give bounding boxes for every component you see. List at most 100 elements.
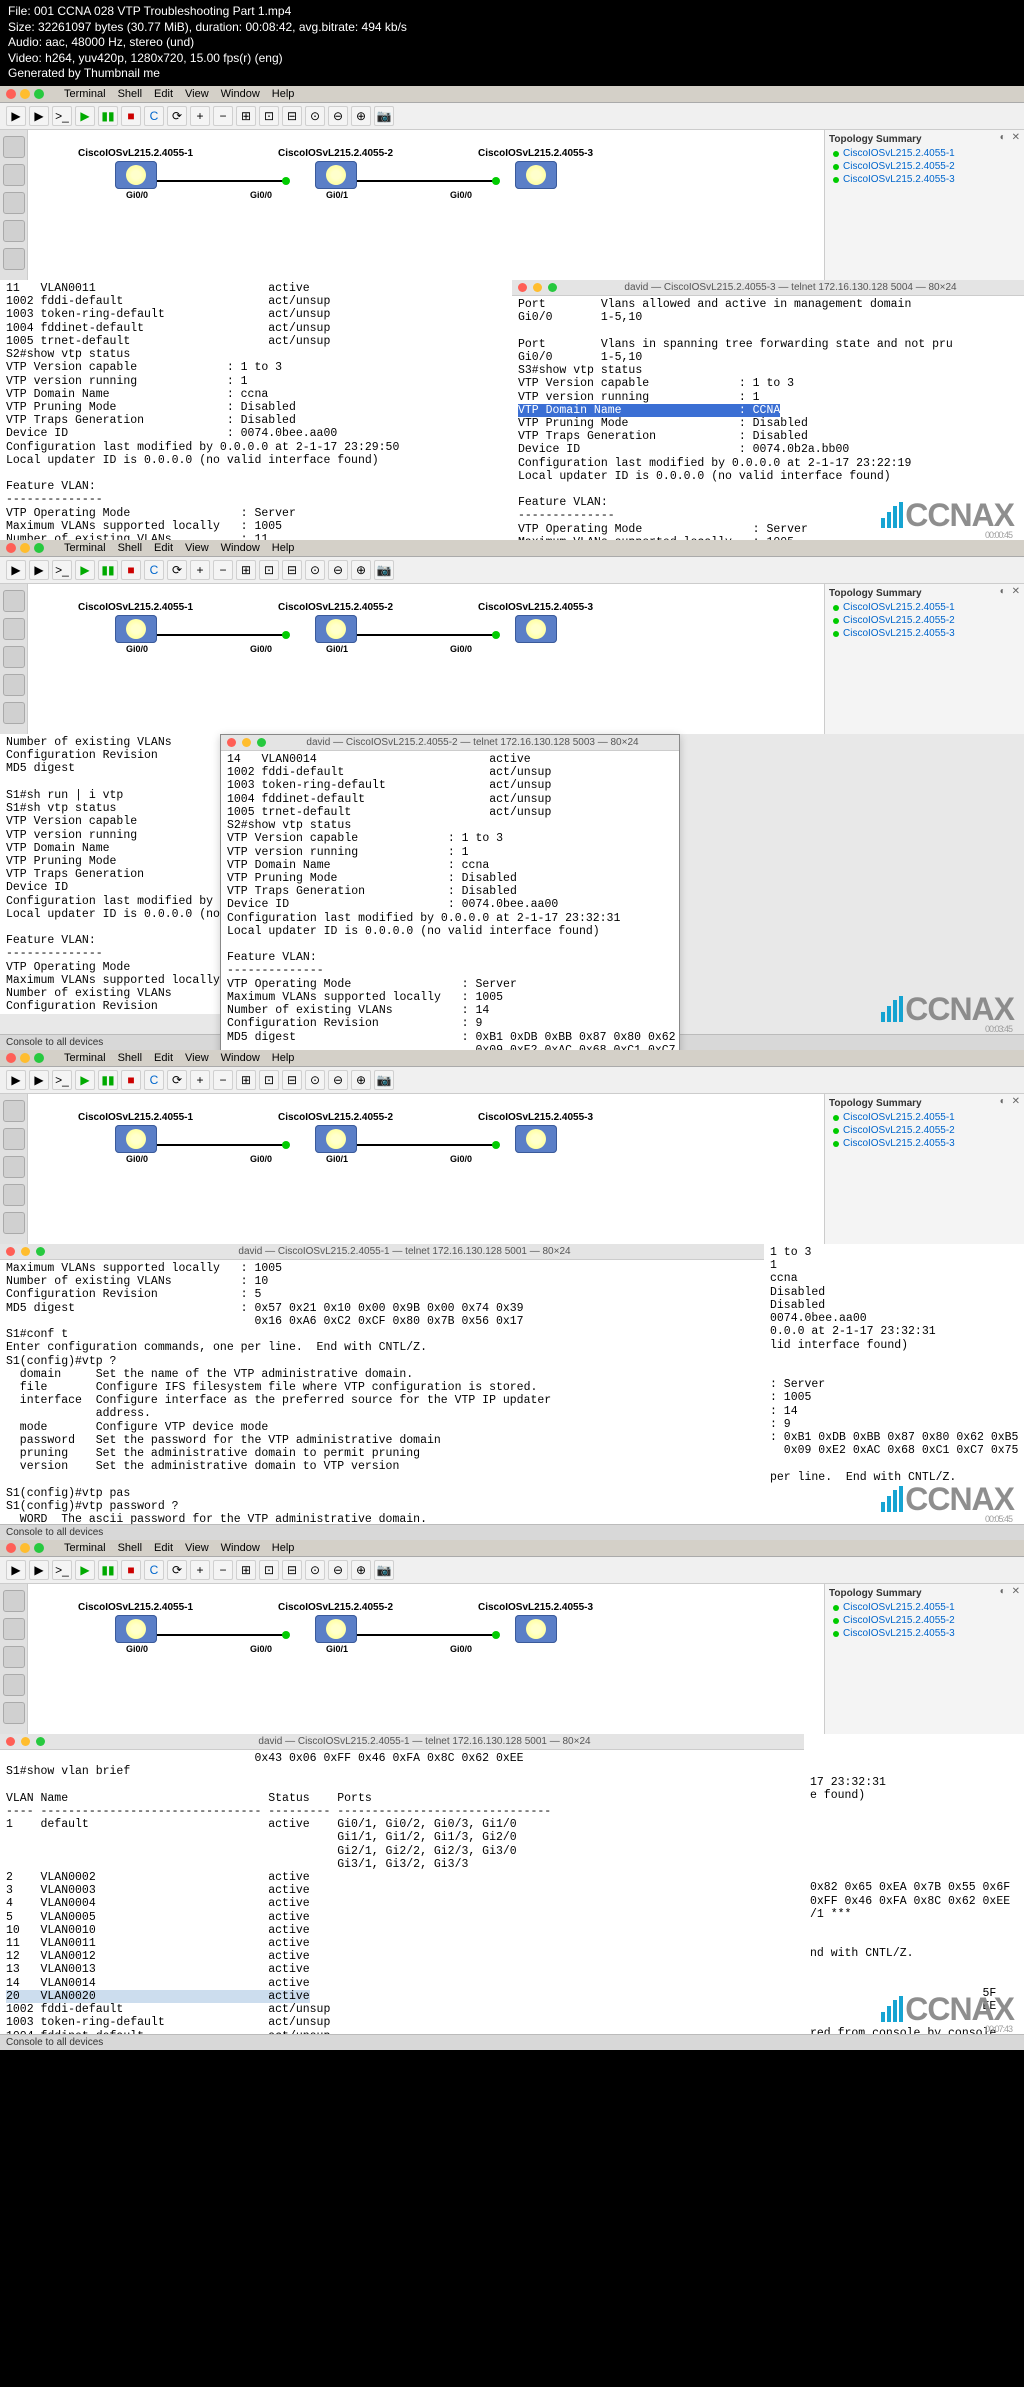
toolbar-btn-6[interactable]: C xyxy=(144,560,164,580)
terminal-s2-body[interactable]: 14 VLAN0014 active 1002 fddi-default act… xyxy=(221,751,679,1072)
menu-shell[interactable]: Shell xyxy=(118,88,142,100)
left-tool-4[interactable] xyxy=(3,248,25,270)
toolbar-btn-0[interactable]: ▶ xyxy=(6,1070,26,1090)
toolbar-btn-5[interactable]: ■ xyxy=(121,1070,141,1090)
toolbar-btn-3[interactable]: ▶ xyxy=(75,1070,95,1090)
toolbar-btn-11[interactable]: ⊡ xyxy=(259,560,279,580)
left-tool-4[interactable] xyxy=(3,1212,25,1234)
topo-item-0[interactable]: CiscoIOSvL215.2.4055-1 xyxy=(829,147,1020,160)
toolbar-btn-4[interactable]: ▮▮ xyxy=(98,560,118,580)
toolbar-btn-15[interactable]: ⊕ xyxy=(351,560,371,580)
toolbar-btn-7[interactable]: ⟳ xyxy=(167,106,187,126)
menu-edit[interactable]: Edit xyxy=(154,1542,173,1554)
device-node-2[interactable]: CiscoIOSvL215.2.4055-2 Gi0/0Gi0/1 xyxy=(278,1112,393,1153)
panel-close-icon[interactable]: ✕ xyxy=(1012,132,1020,143)
topo-item-0[interactable]: CiscoIOSvL215.2.4055-1 xyxy=(829,1111,1020,1124)
left-tool-2[interactable] xyxy=(3,1646,25,1668)
left-tool-0[interactable] xyxy=(3,590,25,612)
toolbar-btn-14[interactable]: ⊖ xyxy=(328,1560,348,1580)
toolbar-btn-13[interactable]: ⊙ xyxy=(305,560,325,580)
device-node-2[interactable]: CiscoIOSvL215.2.4055-2 Gi0/0Gi0/1 xyxy=(278,602,393,643)
toolbar-btn-9[interactable]: − xyxy=(213,106,233,126)
toolbar-btn-16[interactable]: 📷 xyxy=(374,560,394,580)
left-tool-2[interactable] xyxy=(3,192,25,214)
device-node-1[interactable]: CiscoIOSvL215.2.4055-1 Gi0/0 xyxy=(78,1112,193,1153)
menu-shell[interactable]: Shell xyxy=(118,1542,142,1554)
menu-help[interactable]: Help xyxy=(272,542,295,554)
topo-item-1[interactable]: CiscoIOSvL215.2.4055-2 xyxy=(829,160,1020,173)
toolbar-btn-3[interactable]: ▶ xyxy=(75,106,95,126)
terminal-s2[interactable]: 11 VLAN0011 active 1002 fddi-default act… xyxy=(0,280,512,540)
toolbar-btn-1[interactable]: ▶ xyxy=(29,106,49,126)
toolbar-btn-8[interactable]: + xyxy=(190,1560,210,1580)
toolbar-btn-10[interactable]: ⊞ xyxy=(236,1070,256,1090)
toolbar-btn-16[interactable]: 📷 xyxy=(374,1560,394,1580)
terminal-vlan-brief[interactable]: 0x43 0x06 0xFF 0x46 0xFA 0x8C 0x62 0xEE … xyxy=(0,1750,804,2034)
toolbar-btn-13[interactable]: ⊙ xyxy=(305,106,325,126)
menu-help[interactable]: Help xyxy=(272,88,295,100)
toolbar-btn-12[interactable]: ⊟ xyxy=(282,1070,302,1090)
toolbar-btn-6[interactable]: C xyxy=(144,1070,164,1090)
toolbar-btn-8[interactable]: + xyxy=(190,1070,210,1090)
topo-item-0[interactable]: CiscoIOSvL215.2.4055-1 xyxy=(829,601,1020,614)
left-tool-1[interactable] xyxy=(3,164,25,186)
device-node-2[interactable]: CiscoIOSvL215.2.4055-2 Gi0/0Gi0/1 xyxy=(278,148,393,189)
device-node-3[interactable]: CiscoIOSvL215.2.4055-3 Gi0/0 xyxy=(478,1112,593,1153)
topo-item-2[interactable]: CiscoIOSvL215.2.4055-3 xyxy=(829,627,1020,640)
left-tool-1[interactable] xyxy=(3,1128,25,1150)
toolbar-btn-5[interactable]: ■ xyxy=(121,106,141,126)
menu-edit[interactable]: Edit xyxy=(154,542,173,554)
topo-item-2[interactable]: CiscoIOSvL215.2.4055-3 xyxy=(829,173,1020,186)
panel-min-icon[interactable]: ◐ xyxy=(1000,132,1006,143)
menu-view[interactable]: View xyxy=(185,1052,209,1064)
device-node-2[interactable]: CiscoIOSvL215.2.4055-2 Gi0/0Gi0/1 xyxy=(278,1602,393,1643)
terminal-s2-window[interactable]: david — CiscoIOSvL215.2.4055-2 — telnet … xyxy=(220,734,680,1073)
device-node-1[interactable]: CiscoIOSvL215.2.4055-1 Gi0/0 xyxy=(78,602,193,643)
left-tool-3[interactable] xyxy=(3,674,25,696)
toolbar-btn-5[interactable]: ■ xyxy=(121,1560,141,1580)
menu-view[interactable]: View xyxy=(185,542,209,554)
topo-item-1[interactable]: CiscoIOSvL215.2.4055-2 xyxy=(829,1124,1020,1137)
menu-terminal[interactable]: Terminal xyxy=(64,542,106,554)
toolbar-btn-16[interactable]: 📷 xyxy=(374,1070,394,1090)
toolbar-btn-9[interactable]: − xyxy=(213,560,233,580)
left-tool-3[interactable] xyxy=(3,220,25,242)
menu-terminal[interactable]: Terminal xyxy=(64,1052,106,1064)
left-tool-0[interactable] xyxy=(3,1590,25,1612)
topology-canvas[interactable]: CiscoIOSvL215.2.4055-1 Gi0/0 CiscoIOSvL2… xyxy=(28,584,824,734)
left-tool-3[interactable] xyxy=(3,1674,25,1696)
terminal-right-fragment[interactable]: 17 23:32:31 e found) 0x82 0x65 0xEA 0x7B… xyxy=(804,1734,1024,2034)
toolbar-btn-7[interactable]: ⟳ xyxy=(167,1560,187,1580)
toolbar-btn-4[interactable]: ▮▮ xyxy=(98,106,118,126)
toolbar-btn-12[interactable]: ⊟ xyxy=(282,1560,302,1580)
toolbar-btn-15[interactable]: ⊕ xyxy=(351,106,371,126)
toolbar-btn-13[interactable]: ⊙ xyxy=(305,1070,325,1090)
left-tool-4[interactable] xyxy=(3,1702,25,1724)
toolbar-btn-11[interactable]: ⊡ xyxy=(259,106,279,126)
left-tool-3[interactable] xyxy=(3,1184,25,1206)
topo-item-1[interactable]: CiscoIOSvL215.2.4055-2 xyxy=(829,614,1020,627)
topo-item-1[interactable]: CiscoIOSvL215.2.4055-2 xyxy=(829,1614,1020,1627)
toolbar-btn-0[interactable]: ▶ xyxy=(6,560,26,580)
toolbar-btn-14[interactable]: ⊖ xyxy=(328,1070,348,1090)
panel-min-icon[interactable]: ◐ xyxy=(1000,586,1006,597)
toolbar-btn-2[interactable]: >_ xyxy=(52,560,72,580)
topo-item-0[interactable]: CiscoIOSvL215.2.4055-1 xyxy=(829,1601,1020,1614)
toolbar-btn-9[interactable]: − xyxy=(213,1560,233,1580)
toolbar-btn-6[interactable]: C xyxy=(144,106,164,126)
toolbar-btn-1[interactable]: ▶ xyxy=(29,1070,49,1090)
left-tool-0[interactable] xyxy=(3,1100,25,1122)
toolbar-btn-2[interactable]: >_ xyxy=(52,106,72,126)
toolbar-btn-10[interactable]: ⊞ xyxy=(236,106,256,126)
toolbar-btn-0[interactable]: ▶ xyxy=(6,1560,26,1580)
left-tool-4[interactable] xyxy=(3,702,25,724)
toolbar-btn-11[interactable]: ⊡ xyxy=(259,1070,279,1090)
device-node-3[interactable]: CiscoIOSvL215.2.4055-3 Gi0/0 xyxy=(478,148,593,189)
device-node-1[interactable]: CiscoIOSvL215.2.4055-1 Gi0/0 xyxy=(78,148,193,189)
toolbar-btn-8[interactable]: + xyxy=(190,106,210,126)
toolbar-btn-6[interactable]: C xyxy=(144,1560,164,1580)
topology-canvas[interactable]: CiscoIOSvL215.2.4055-1 Gi0/0 CiscoIOSvL2… xyxy=(28,130,824,280)
toolbar-btn-12[interactable]: ⊟ xyxy=(282,560,302,580)
toolbar-btn-14[interactable]: ⊖ xyxy=(328,106,348,126)
toolbar-btn-4[interactable]: ▮▮ xyxy=(98,1560,118,1580)
